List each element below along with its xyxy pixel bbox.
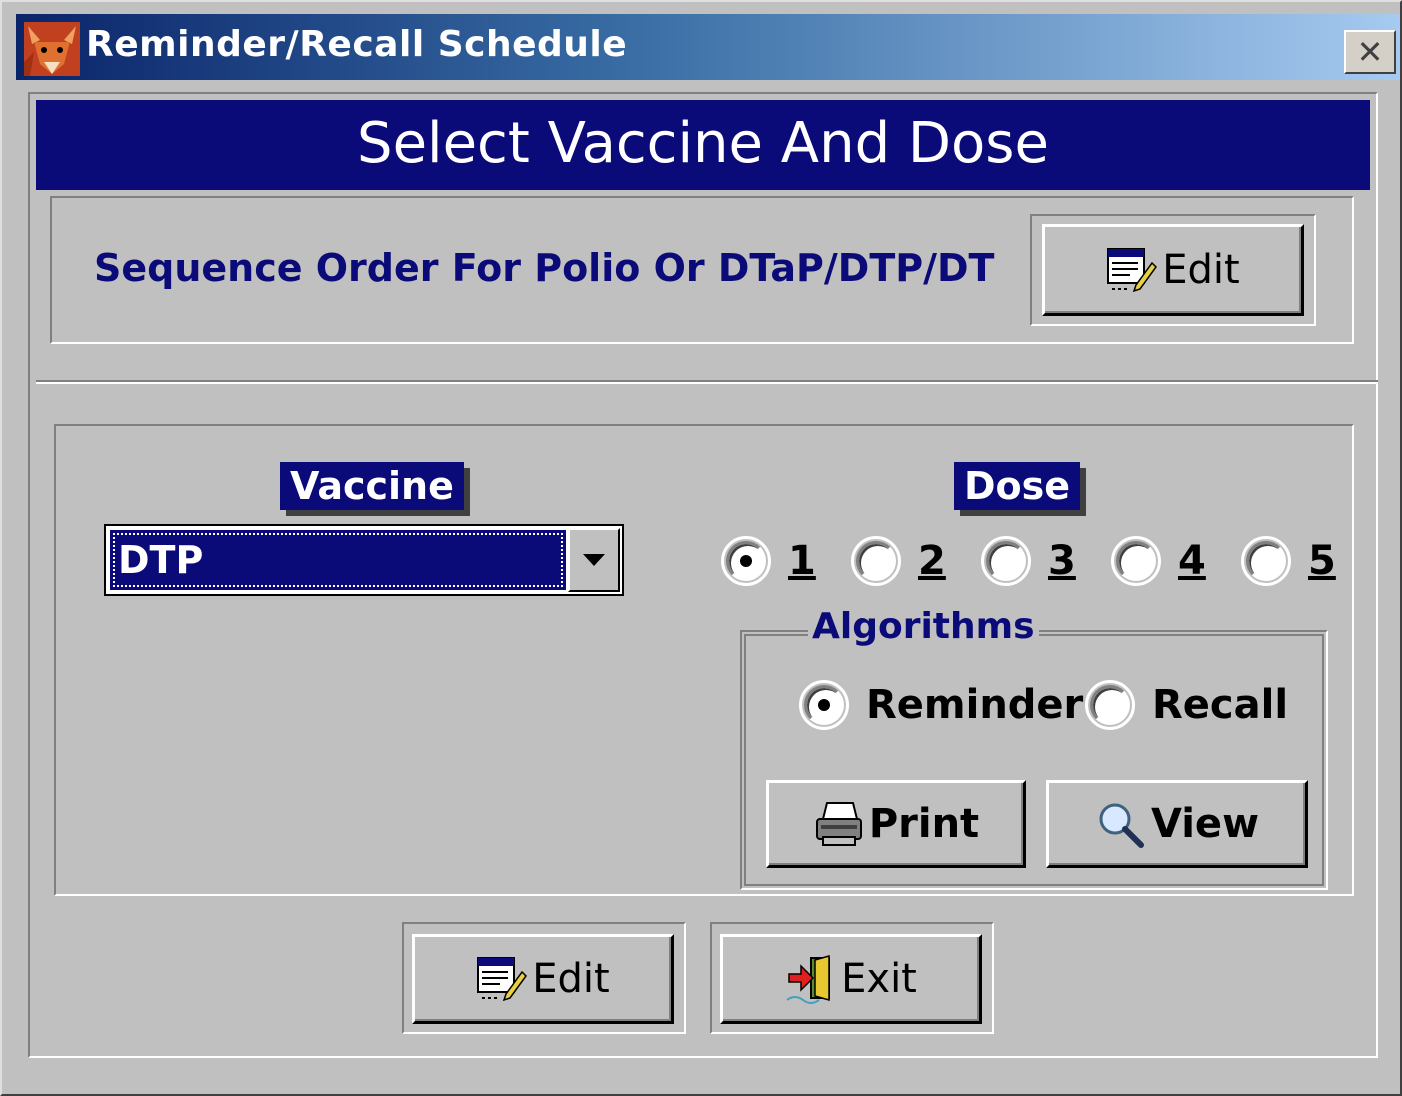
printer-icon — [815, 802, 862, 846]
title-bar[interactable]: Reminder/Recall Schedule ✕ — [16, 14, 1400, 80]
footer-edit-label: Edit — [532, 956, 610, 1002]
vaccine-dropdown-button[interactable] — [568, 528, 620, 592]
print-button[interactable]: Print — [766, 780, 1026, 868]
page-heading: Select Vaccine And Dose — [36, 100, 1370, 190]
recall-radio[interactable] — [1085, 680, 1135, 730]
dose-label-5: 5 — [1308, 538, 1336, 584]
dose-radio-3[interactable] — [981, 536, 1031, 586]
close-icon: ✕ — [1356, 33, 1384, 71]
edit-icon — [1107, 248, 1158, 293]
reminder-label: Reminder — [866, 682, 1084, 728]
sequence-order-label: Sequence Order For Polio Or DTaP/DTP/DT — [94, 246, 995, 290]
exit-door-icon — [786, 955, 831, 1004]
dose-radio-4[interactable] — [1111, 536, 1161, 586]
dose-radio-2[interactable] — [851, 536, 901, 586]
dose-radio-1[interactable] — [721, 536, 771, 586]
reminder-option[interactable]: Reminder — [799, 680, 1084, 730]
exit-label: Exit — [841, 956, 917, 1002]
dose-label-2: 2 — [918, 538, 946, 584]
recall-option[interactable]: Recall — [1085, 680, 1289, 730]
dose-label-3: 3 — [1048, 538, 1076, 584]
view-button[interactable]: View — [1046, 780, 1308, 868]
vaccine-selected-value[interactable]: DTP — [110, 530, 566, 590]
footer-edit-button[interactable]: Edit — [412, 934, 674, 1024]
dose-option-1[interactable]: 1 — [721, 536, 816, 586]
reminder-recall-window: Reminder/Recall Schedule ✕ Select Vaccin… — [0, 0, 1402, 1096]
dose-option-3[interactable]: 3 — [981, 536, 1076, 586]
fox-icon — [24, 22, 80, 76]
vaccine-label: Vaccine — [280, 462, 464, 510]
sequence-edit-button[interactable]: Edit — [1042, 224, 1304, 316]
magnifier-icon — [1099, 803, 1144, 848]
print-label: Print — [868, 801, 980, 847]
edit-icon — [477, 957, 528, 1002]
chevron-down-icon — [583, 554, 605, 566]
dose-option-4[interactable]: 4 — [1111, 536, 1206, 586]
view-label: View — [1150, 801, 1260, 847]
radio-selected-dot — [740, 555, 752, 567]
close-button[interactable]: ✕ — [1344, 30, 1396, 74]
algorithms-label: Algorithms — [808, 606, 1039, 647]
reminder-radio[interactable] — [799, 680, 849, 730]
dose-option-5[interactable]: 5 — [1241, 536, 1336, 586]
window-title: Reminder/Recall Schedule — [86, 24, 628, 65]
dose-label-4: 4 — [1178, 538, 1206, 584]
vaccine-select[interactable]: DTP — [104, 524, 624, 596]
sequence-edit-label: Edit — [1162, 247, 1240, 293]
divider — [36, 380, 1378, 384]
dose-option-2[interactable]: 2 — [851, 536, 946, 586]
radio-selected-dot — [818, 699, 830, 711]
exit-button[interactable]: Exit — [720, 934, 982, 1024]
dose-label-1: 1 — [788, 538, 816, 584]
dose-label: Dose — [954, 462, 1081, 510]
recall-label: Recall — [1152, 682, 1289, 728]
dose-radio-5[interactable] — [1241, 536, 1291, 586]
